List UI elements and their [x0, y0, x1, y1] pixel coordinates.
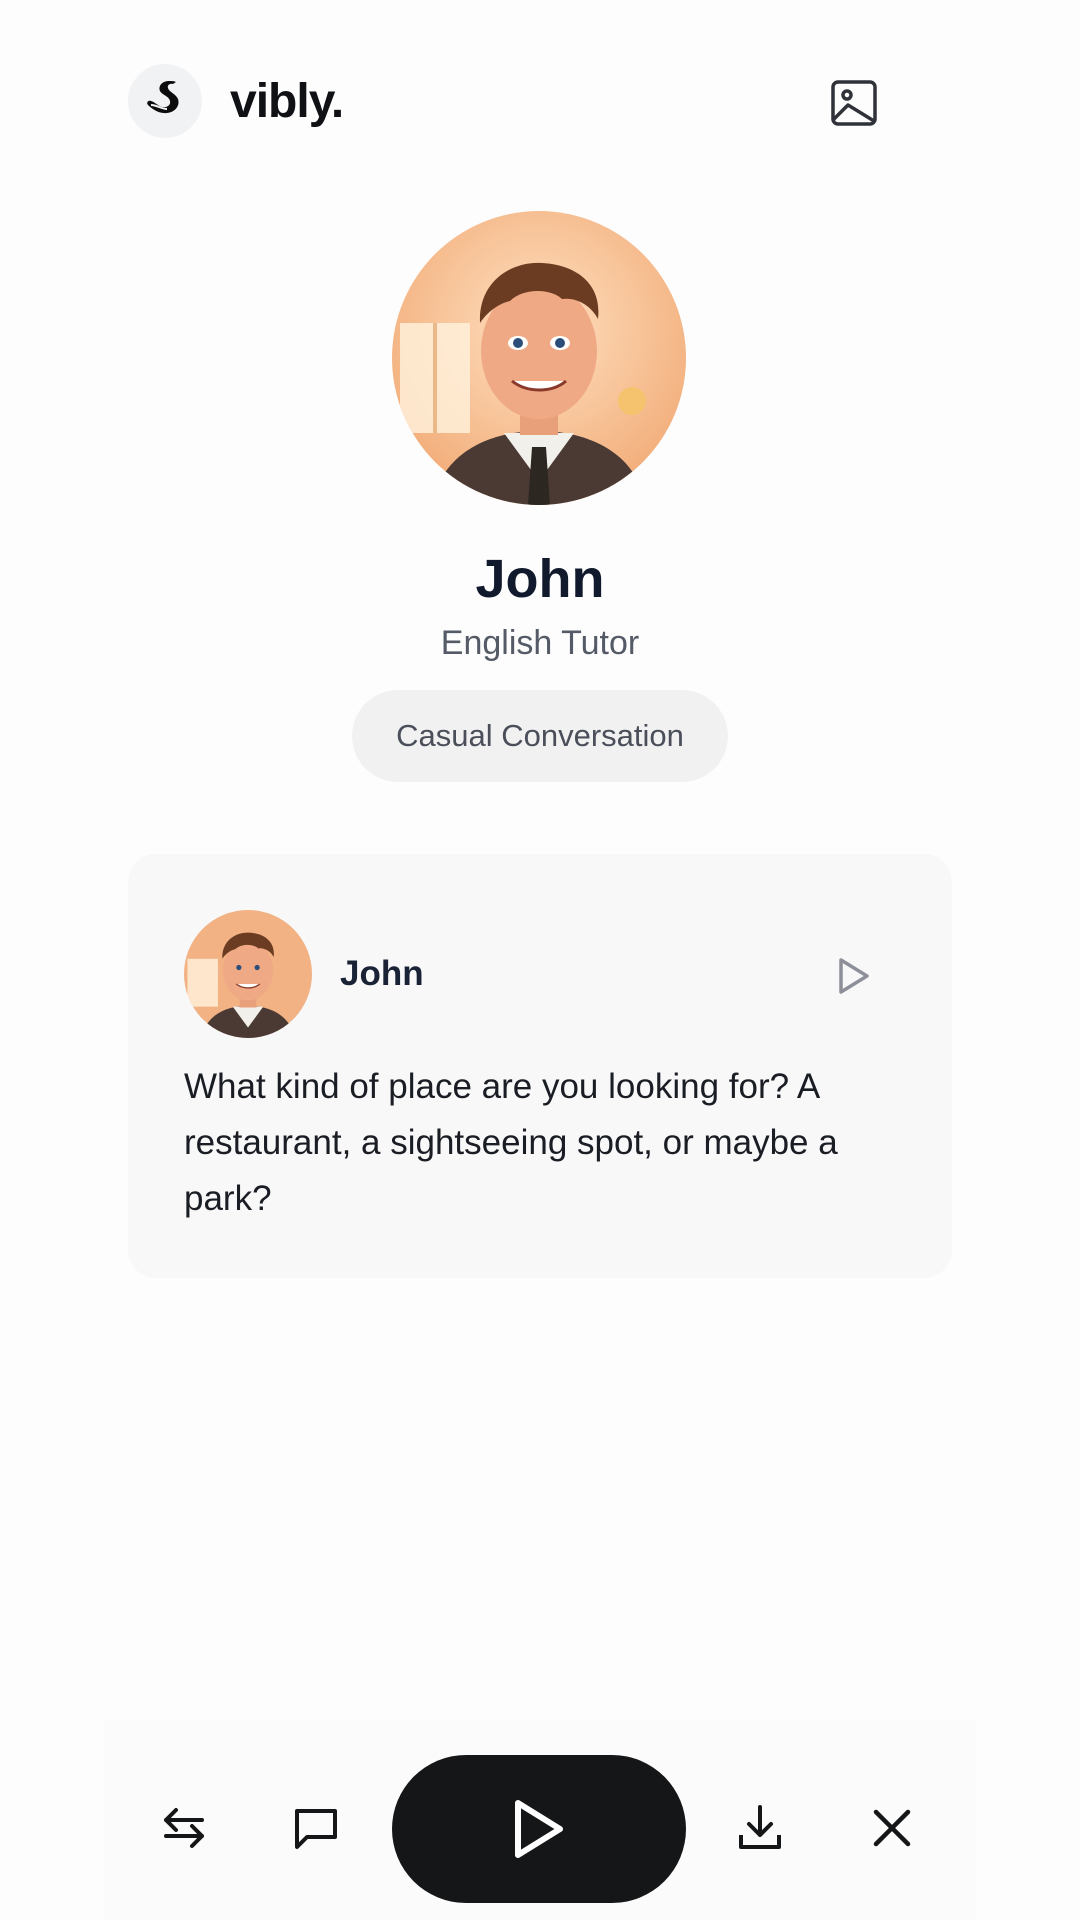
- image-icon[interactable]: [829, 78, 879, 128]
- tutor-role: English Tutor: [440, 624, 640, 662]
- message-card: John What kind of place are you looking …: [128, 854, 952, 1278]
- play-icon: [515, 1800, 563, 1858]
- app-screen: vibly. John English Tutor Casual Convers…: [0, 0, 1080, 1920]
- conversation-mode-chip[interactable]: Casual Conversation: [352, 690, 728, 782]
- header: vibly.: [128, 64, 888, 138]
- close-icon[interactable]: [860, 1796, 924, 1860]
- tutor-name: John: [475, 549, 605, 609]
- sender-name: John: [340, 954, 424, 993]
- download-icon[interactable]: [728, 1796, 792, 1860]
- swan-icon[interactable]: [128, 64, 202, 138]
- message-text: What kind of place are you looking for? …: [184, 1067, 838, 1218]
- sender-avatar: [184, 910, 312, 1038]
- brand-name: vibly.: [230, 75, 344, 128]
- play-icon[interactable]: [832, 954, 876, 998]
- play-button[interactable]: [392, 1755, 686, 1903]
- tutor-avatar: [392, 211, 686, 505]
- swap-icon[interactable]: [152, 1796, 216, 1860]
- chat-bubble-icon[interactable]: [284, 1796, 348, 1860]
